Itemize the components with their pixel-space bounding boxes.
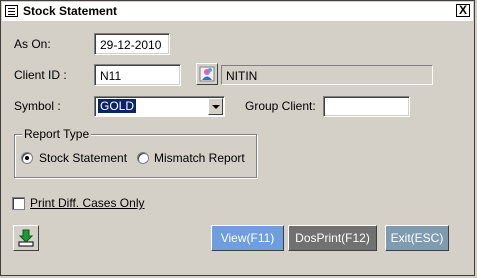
exit-button[interactable]: Exit(ESC): [385, 225, 449, 251]
mismatch-report-radio[interactable]: [137, 152, 149, 164]
client-id-label: Client ID :: [14, 68, 67, 82]
mismatch-report-radio-label[interactable]: Mismatch Report: [154, 151, 245, 165]
window-menu-icon[interactable]: [5, 5, 18, 17]
symbol-selected-value: GOLD: [98, 99, 137, 113]
chevron-down-icon[interactable]: [208, 98, 223, 115]
print-diff-checkbox[interactable]: [12, 197, 25, 210]
dosprint-button[interactable]: DosPrint(F12): [288, 225, 377, 251]
client-id-field[interactable]: N11: [94, 64, 181, 86]
person-lookup-icon: [199, 66, 215, 82]
client-lookup-button[interactable]: [196, 63, 218, 85]
stock-statement-window: Stock Statement X As On: 29-12-2010 Clie…: [0, 0, 475, 276]
window-title: Stock Statement: [23, 4, 118, 18]
symbol-label: Symbol :: [14, 99, 61, 113]
download-icon: [18, 229, 34, 247]
view-button[interactable]: View(F11): [211, 225, 284, 251]
close-button[interactable]: X: [456, 4, 470, 17]
report-type-legend: Report Type: [22, 127, 92, 141]
title-bar[interactable]: Stock Statement X: [2, 2, 473, 22]
group-client-field[interactable]: [323, 96, 410, 117]
client-name-display: NITIN: [221, 65, 433, 85]
print-diff-label[interactable]: Print Diff. Cases Only: [30, 196, 144, 210]
stock-statement-radio-label[interactable]: Stock Statement: [39, 151, 127, 165]
export-button[interactable]: [13, 225, 39, 251]
as-on-label: As On:: [14, 37, 51, 51]
stock-statement-radio[interactable]: [21, 152, 33, 164]
as-on-date-field[interactable]: 29-12-2010: [94, 33, 170, 55]
group-client-label: Group Client:: [245, 99, 316, 113]
symbol-dropdown[interactable]: GOLD: [94, 96, 225, 117]
